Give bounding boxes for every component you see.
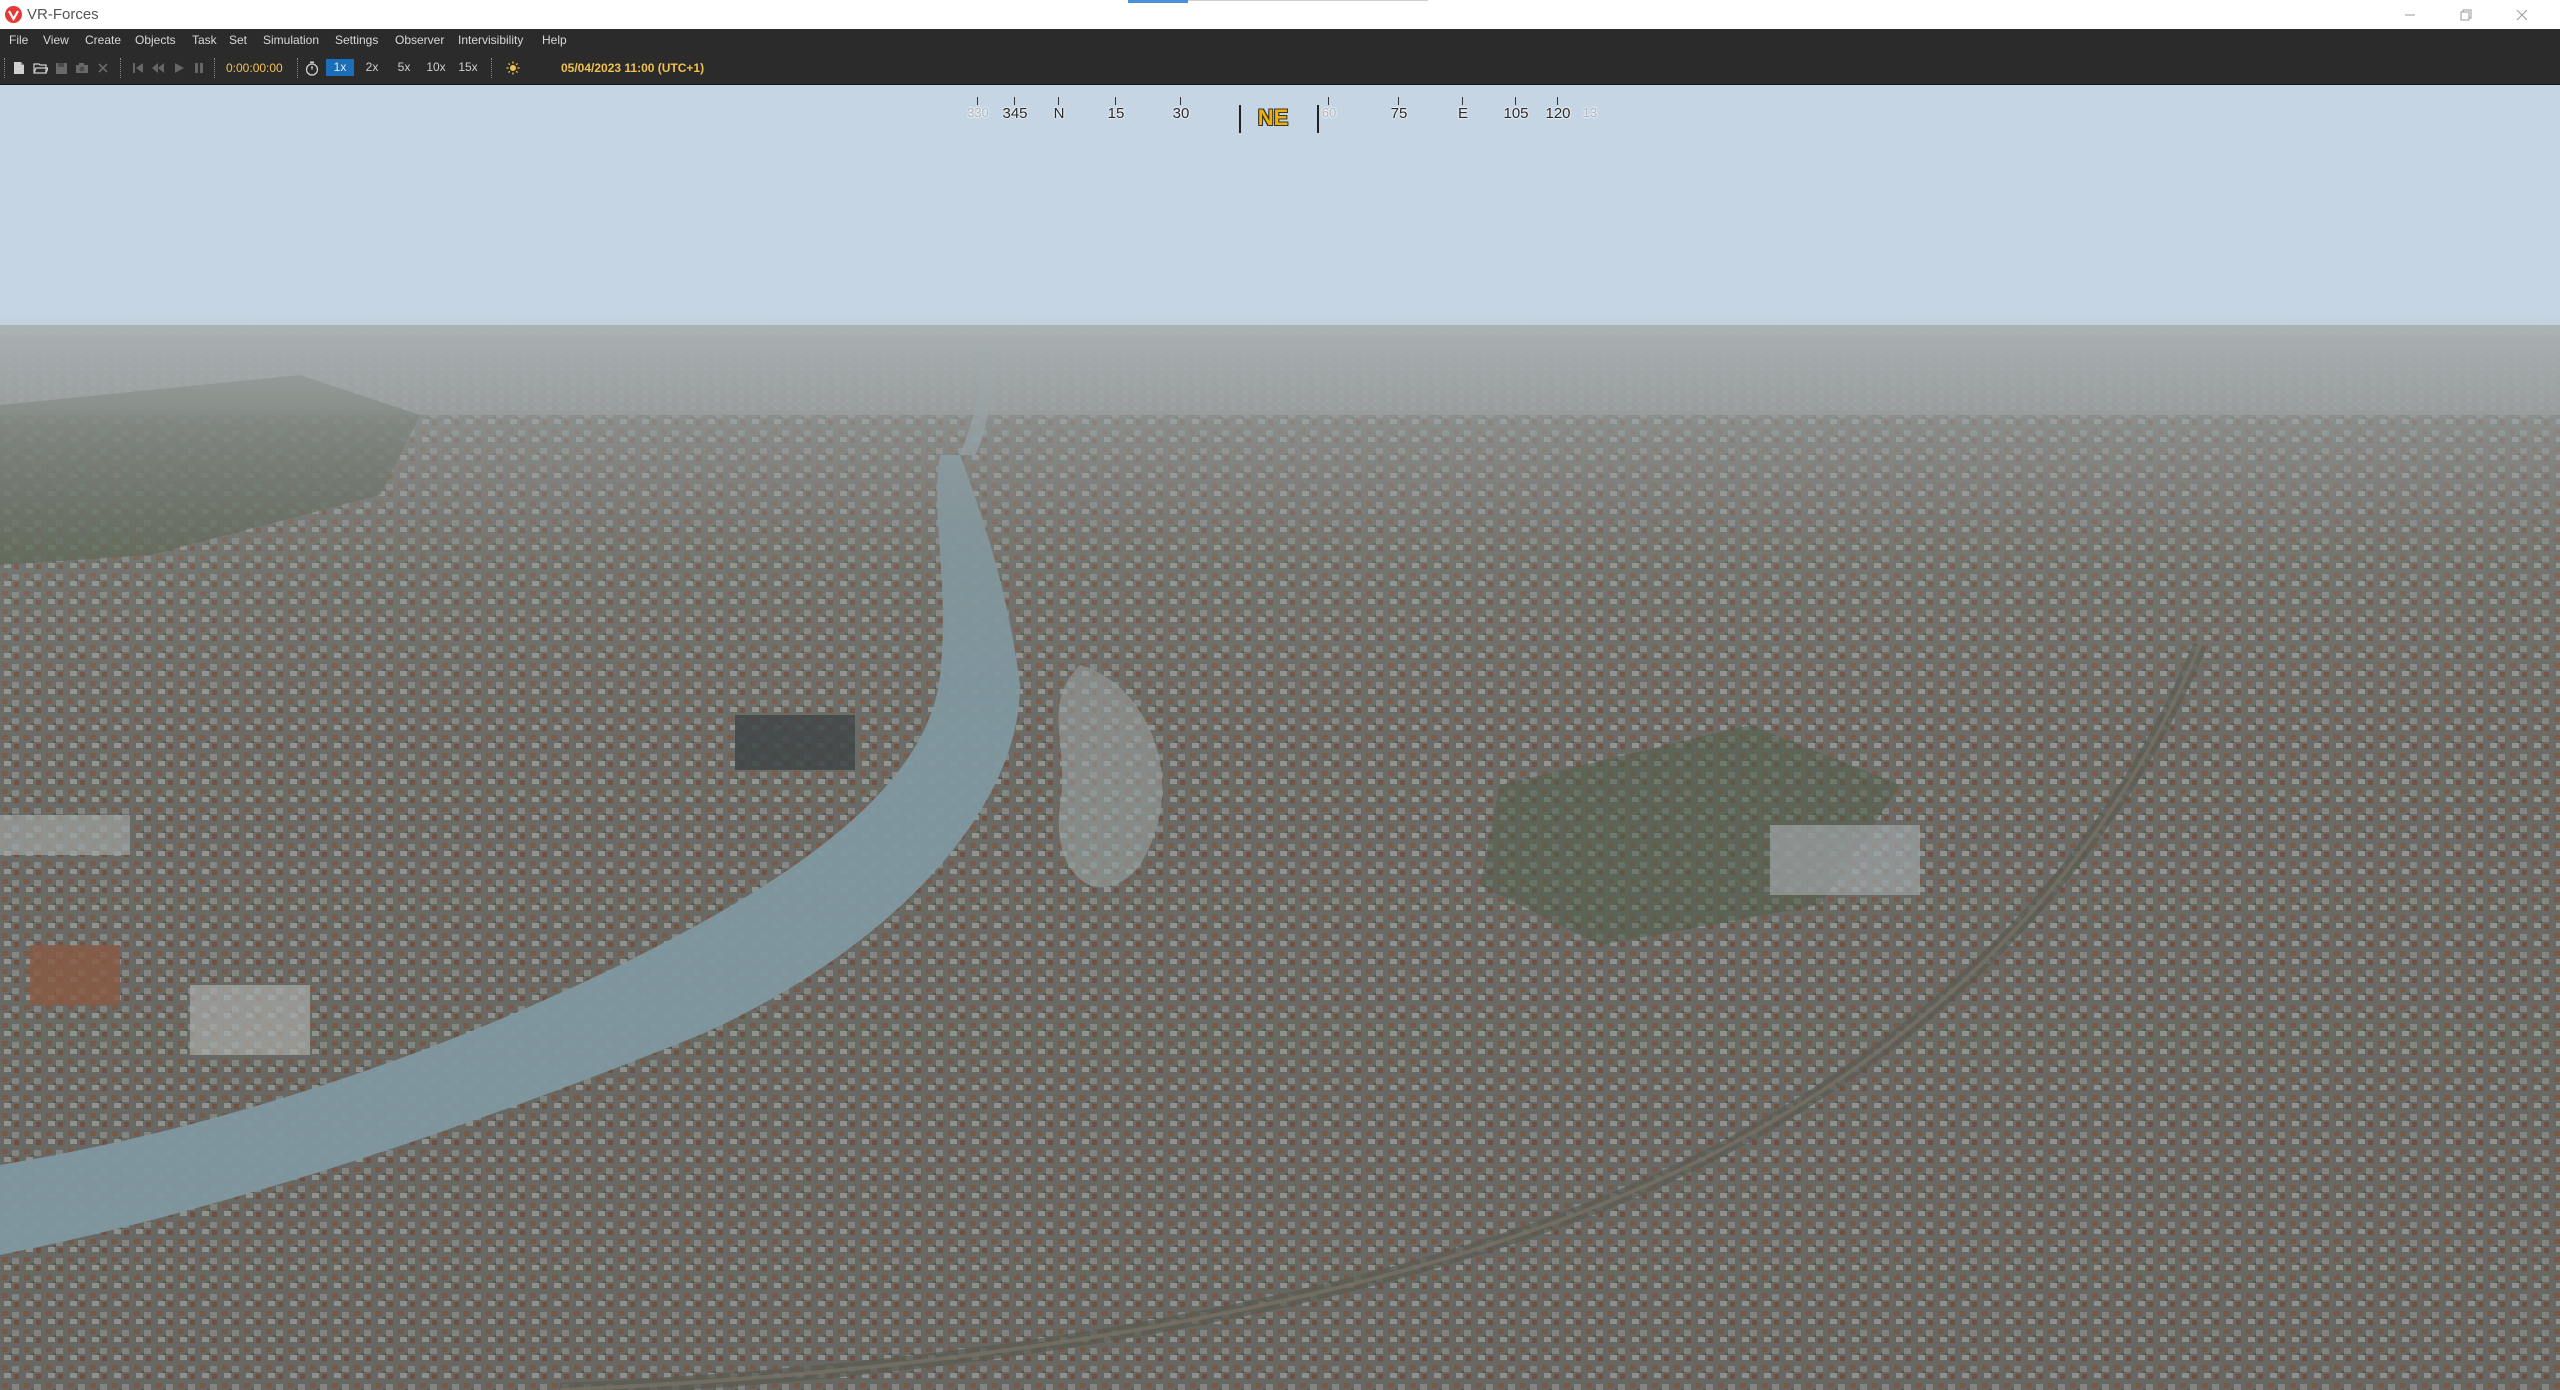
compass-tick [1180,97,1181,105]
close-button[interactable] [2494,0,2550,29]
compass-label: 60 [1322,105,1336,120]
speed-15x-button[interactable]: 15x [453,59,483,76]
skip-start-icon[interactable] [130,60,146,76]
compass-tick [1058,97,1059,105]
rewind-icon[interactable] [150,60,166,76]
compass-bracket-right [1317,105,1319,133]
window-title: VR-Forces [27,6,99,24]
compass-tick [1014,97,1015,105]
vr-forces-logo-icon [4,5,23,24]
compass-label: 120 [1545,105,1570,122]
compass-label: 75 [1391,105,1408,122]
compass-label: 330 [967,105,989,120]
compass-current-heading: NE [1258,105,1289,131]
menu-help[interactable]: Help [542,33,567,48]
compass-tick [1515,97,1516,105]
compass-label: E [1458,105,1468,122]
menu-intervisibility[interactable]: Intervisibility [458,33,523,48]
title-divider-line [1188,0,1428,1]
3d-viewport[interactable]: 330 345 N 15 30 NE 60 75 E 105 120 13 [0,85,2560,1390]
toolbar-separator [297,58,298,78]
compass-bracket-left [1239,105,1241,133]
speed-1x-button[interactable]: 1x [326,59,354,76]
compass-label: 15 [1108,105,1125,122]
compass-tick [1398,97,1399,105]
simulation-time: 0:00:00:00 [226,61,283,75]
menu-simulation[interactable]: Simulation [263,33,319,48]
minimize-icon [2404,9,2416,21]
toolbar-separator [491,58,492,78]
compass-label: 345 [1002,105,1027,122]
menu-create[interactable]: Create [85,33,121,48]
close-icon [2516,9,2528,21]
scenario-datetime: 05/04/2023 11:00 (UTC+1) [561,61,704,75]
city-terrain [0,85,2560,1390]
play-icon[interactable] [171,60,187,76]
menu-task[interactable]: Task [192,33,217,48]
title-accent-line [1128,0,1188,3]
menu-settings[interactable]: Settings [335,33,378,48]
compass-tick [1115,97,1116,105]
toolbar: 0:00:00:00 1x 2x 5x 10x 15x 05/04/2023 1… [0,52,2560,85]
compass-label: 13 [1583,105,1597,120]
open-folder-icon[interactable] [32,60,48,76]
close-scenario-icon[interactable] [95,60,111,76]
minimize-button[interactable] [2382,0,2438,29]
restore-button[interactable] [2438,0,2494,29]
speed-5x-button[interactable]: 5x [391,59,417,76]
compass-tick [1328,97,1329,105]
pause-icon[interactable] [191,60,207,76]
toolbar-separator [120,58,121,78]
sun-icon[interactable] [505,60,521,76]
restore-icon [2460,9,2472,21]
menu-view[interactable]: View [43,33,69,48]
compass-tick [1557,97,1558,105]
new-file-icon[interactable] [11,60,27,76]
compass-label: 30 [1173,105,1190,122]
compass-heading-strip: 330 345 N 15 30 NE 60 75 E 105 120 13 [960,85,1600,147]
compass-label: N [1054,105,1065,122]
menu-file[interactable]: File [9,33,28,48]
compass-label: 105 [1503,105,1528,122]
toolbar-separator [214,58,215,78]
speed-2x-button[interactable]: 2x [359,59,385,76]
compass-tick [1462,97,1463,105]
menu-bar: File View Create Objects Task Set Simula… [0,29,2560,52]
save-icon[interactable] [53,60,69,76]
screenshot-icon[interactable] [74,60,90,76]
compass-tick [977,97,978,105]
title-bar: VR-Forces [0,0,2560,29]
speed-10x-button[interactable]: 10x [421,59,451,76]
menu-observer[interactable]: Observer [395,33,444,48]
toolbar-grip [4,58,5,78]
stopwatch-icon[interactable] [304,60,320,76]
menu-objects[interactable]: Objects [135,33,176,48]
menu-set[interactable]: Set [229,33,247,48]
